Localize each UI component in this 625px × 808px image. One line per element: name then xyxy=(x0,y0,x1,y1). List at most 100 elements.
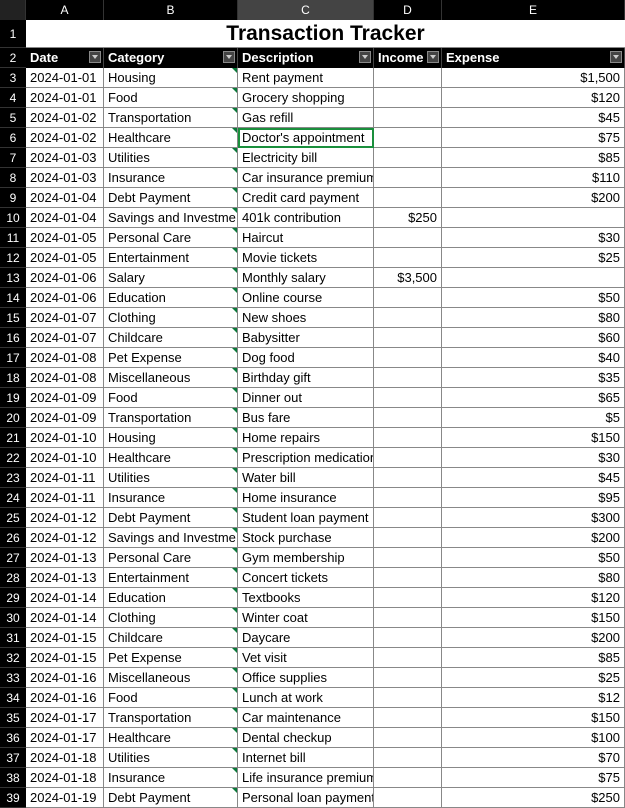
cell-E3[interactable]: $1,500 xyxy=(442,68,625,88)
cell-C8[interactable]: Car insurance premium xyxy=(238,168,374,188)
cell-E21[interactable]: $150 xyxy=(442,428,625,448)
cell-E15[interactable]: $80 xyxy=(442,308,625,328)
cell-A28[interactable]: 2024-01-13 xyxy=(26,568,104,588)
cell-B33[interactable]: Miscellaneous xyxy=(104,668,238,688)
cell-C33[interactable]: Office supplies xyxy=(238,668,374,688)
cell-A8[interactable]: 2024-01-03 xyxy=(26,168,104,188)
cell-A18[interactable]: 2024-01-08 xyxy=(26,368,104,388)
select-all-corner[interactable] xyxy=(0,0,26,20)
row-header-24[interactable]: 24 xyxy=(0,488,26,508)
cell-E20[interactable]: $5 xyxy=(442,408,625,428)
cell-C38[interactable]: Life insurance premium xyxy=(238,768,374,788)
row-header-33[interactable]: 33 xyxy=(0,668,26,688)
row-header-29[interactable]: 29 xyxy=(0,588,26,608)
cell-A9[interactable]: 2024-01-04 xyxy=(26,188,104,208)
row-header-7[interactable]: 7 xyxy=(0,148,26,168)
cell-D14[interactable] xyxy=(374,288,442,308)
row-header-32[interactable]: 32 xyxy=(0,648,26,668)
cell-B3[interactable]: Housing xyxy=(104,68,238,88)
cell-E7[interactable]: $85 xyxy=(442,148,625,168)
cell-C13[interactable]: Monthly salary xyxy=(238,268,374,288)
row-header-12[interactable]: 12 xyxy=(0,248,26,268)
cell-D30[interactable] xyxy=(374,608,442,628)
row-header-20[interactable]: 20 xyxy=(0,408,26,428)
cell-E33[interactable]: $25 xyxy=(442,668,625,688)
column-header-E[interactable]: E xyxy=(442,0,625,20)
cell-B4[interactable]: Food xyxy=(104,88,238,108)
column-header-B[interactable]: B xyxy=(104,0,238,20)
cell-D7[interactable] xyxy=(374,148,442,168)
cell-C6[interactable]: Doctor's appointment xyxy=(238,128,374,148)
row-header-3[interactable]: 3 xyxy=(0,68,26,88)
row-header-9[interactable]: 9 xyxy=(0,188,26,208)
cell-B5[interactable]: Transportation xyxy=(104,108,238,128)
row-header-8[interactable]: 8 xyxy=(0,168,26,188)
cell-B39[interactable]: Debt Payment xyxy=(104,788,238,808)
cell-A24[interactable]: 2024-01-11 xyxy=(26,488,104,508)
cell-E12[interactable]: $25 xyxy=(442,248,625,268)
cell-D19[interactable] xyxy=(374,388,442,408)
cell-A11[interactable]: 2024-01-05 xyxy=(26,228,104,248)
cell-B19[interactable]: Food xyxy=(104,388,238,408)
cell-D35[interactable] xyxy=(374,708,442,728)
cell-C14[interactable]: Online course xyxy=(238,288,374,308)
row-header-22[interactable]: 22 xyxy=(0,448,26,468)
cell-C22[interactable]: Prescription medication xyxy=(238,448,374,468)
row-header-34[interactable]: 34 xyxy=(0,688,26,708)
table-header-expense[interactable]: Expense xyxy=(442,48,625,68)
cell-C27[interactable]: Gym membership xyxy=(238,548,374,568)
cell-E37[interactable]: $70 xyxy=(442,748,625,768)
cell-D5[interactable] xyxy=(374,108,442,128)
cell-B25[interactable]: Debt Payment xyxy=(104,508,238,528)
cell-B10[interactable]: Savings and Investme xyxy=(104,208,238,228)
cell-A13[interactable]: 2024-01-06 xyxy=(26,268,104,288)
cell-A25[interactable]: 2024-01-12 xyxy=(26,508,104,528)
cell-C11[interactable]: Haircut xyxy=(238,228,374,248)
cell-B30[interactable]: Clothing xyxy=(104,608,238,628)
cell-D37[interactable] xyxy=(374,748,442,768)
cell-D29[interactable] xyxy=(374,588,442,608)
cell-D28[interactable] xyxy=(374,568,442,588)
cell-A29[interactable]: 2024-01-14 xyxy=(26,588,104,608)
row-header-4[interactable]: 4 xyxy=(0,88,26,108)
cell-C23[interactable]: Water bill xyxy=(238,468,374,488)
cell-E36[interactable]: $100 xyxy=(442,728,625,748)
cell-A21[interactable]: 2024-01-10 xyxy=(26,428,104,448)
cell-D33[interactable] xyxy=(374,668,442,688)
cell-E16[interactable]: $60 xyxy=(442,328,625,348)
cell-A22[interactable]: 2024-01-10 xyxy=(26,448,104,468)
cell-E11[interactable]: $30 xyxy=(442,228,625,248)
row-header-18[interactable]: 18 xyxy=(0,368,26,388)
cell-E17[interactable]: $40 xyxy=(442,348,625,368)
cell-D18[interactable] xyxy=(374,368,442,388)
cell-C30[interactable]: Winter coat xyxy=(238,608,374,628)
cell-D22[interactable] xyxy=(374,448,442,468)
cell-A27[interactable]: 2024-01-13 xyxy=(26,548,104,568)
cell-E23[interactable]: $45 xyxy=(442,468,625,488)
cell-E4[interactable]: $120 xyxy=(442,88,625,108)
filter-dropdown-icon[interactable] xyxy=(610,51,622,63)
cell-B15[interactable]: Clothing xyxy=(104,308,238,328)
cell-A36[interactable]: 2024-01-17 xyxy=(26,728,104,748)
cell-E35[interactable]: $150 xyxy=(442,708,625,728)
cell-A15[interactable]: 2024-01-07 xyxy=(26,308,104,328)
table-header-category[interactable]: Category xyxy=(104,48,238,68)
cell-C10[interactable]: 401k contribution xyxy=(238,208,374,228)
cell-E24[interactable]: $95 xyxy=(442,488,625,508)
cell-C17[interactable]: Dog food xyxy=(238,348,374,368)
cell-D10[interactable]: $250 xyxy=(374,208,442,228)
row-header-30[interactable]: 30 xyxy=(0,608,26,628)
cell-E13[interactable] xyxy=(442,268,625,288)
cell-D13[interactable]: $3,500 xyxy=(374,268,442,288)
cell-C39[interactable]: Personal loan payment xyxy=(238,788,374,808)
cell-E8[interactable]: $110 xyxy=(442,168,625,188)
cell-D20[interactable] xyxy=(374,408,442,428)
filter-dropdown-icon[interactable] xyxy=(359,51,371,63)
table-header-income[interactable]: Income xyxy=(374,48,442,68)
cell-D36[interactable] xyxy=(374,728,442,748)
cell-E9[interactable]: $200 xyxy=(442,188,625,208)
cell-E34[interactable]: $12 xyxy=(442,688,625,708)
cell-B17[interactable]: Pet Expense xyxy=(104,348,238,368)
row-header-21[interactable]: 21 xyxy=(0,428,26,448)
cell-D34[interactable] xyxy=(374,688,442,708)
